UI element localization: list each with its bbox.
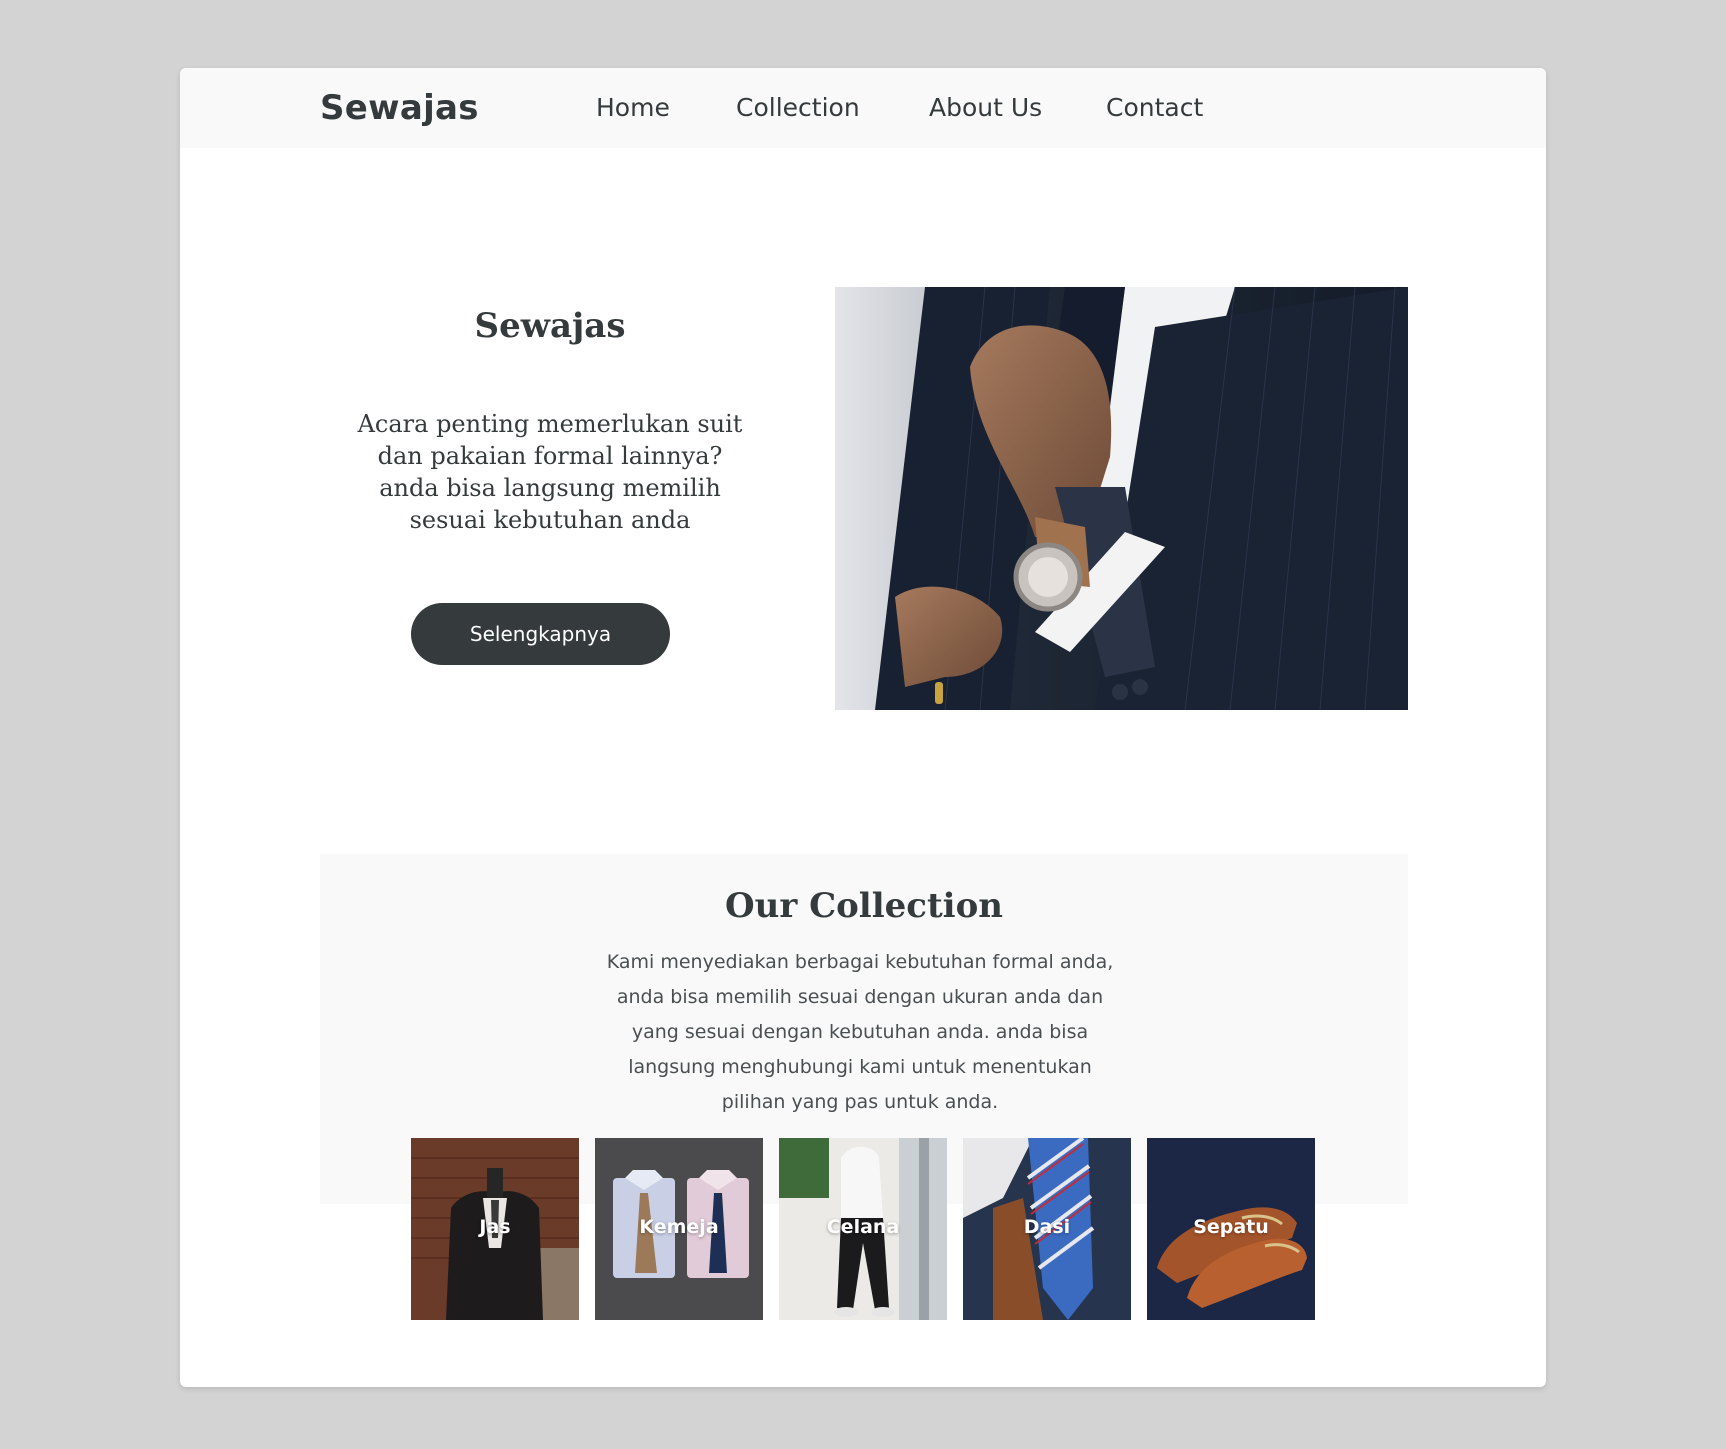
man-in-suit-photo bbox=[835, 287, 1408, 710]
collection-card-label: Celana bbox=[826, 1216, 900, 1238]
hero-description-line: dan pakaian formal lainnya? bbox=[377, 442, 723, 470]
brand-logo[interactable]: Sewajas bbox=[320, 88, 479, 128]
hero-description-line: sesuai kebutuhan anda bbox=[409, 506, 691, 534]
collection-description-line: Kami menyediakan berbagai kebutuhan form… bbox=[606, 951, 1114, 973]
collection-card-label: Dasi bbox=[1023, 1216, 1071, 1238]
collection-card-label: Jas bbox=[479, 1216, 511, 1238]
hero-description-line: Acara penting memerlukan suit bbox=[357, 410, 743, 438]
collection-card-label: Kemeja bbox=[639, 1216, 719, 1238]
collection-description-line: anda bisa memilih sesuai dengan ukuran a… bbox=[616, 986, 1104, 1008]
collection-card-kemeja[interactable]: Kemeja bbox=[595, 1138, 763, 1320]
collection-cards: Jas Kemeja Celana Dasi Sepatu bbox=[411, 1138, 1317, 1320]
nav-link-about-us[interactable]: About Us bbox=[929, 93, 1042, 122]
collection-card-label: Sepatu bbox=[1193, 1216, 1269, 1238]
collection-description-line: yang sesuai dengan kebutuhan anda. anda … bbox=[631, 1021, 1089, 1043]
page-card: Sewajas Home Collection About Us Contact… bbox=[180, 68, 1546, 1387]
nav-link-contact[interactable]: Contact bbox=[1106, 93, 1203, 122]
nav-link-collection[interactable]: Collection bbox=[736, 93, 860, 122]
selengkapnya-button[interactable]: Selengkapnya bbox=[411, 603, 670, 665]
hero-description-line: anda bisa langsung memilih bbox=[379, 474, 721, 502]
collection-card-jas[interactable]: Jas bbox=[411, 1138, 579, 1320]
navbar: Sewajas Home Collection About Us Contact bbox=[180, 68, 1546, 148]
nav-link-home[interactable]: Home bbox=[596, 93, 670, 122]
collection-card-dasi[interactable]: Dasi bbox=[963, 1138, 1131, 1320]
collection-description-line: langsung menghubungi kami untuk menentuk… bbox=[628, 1056, 1092, 1078]
collection-title: Our Collection bbox=[724, 886, 1003, 926]
hero-title: Sewajas bbox=[474, 306, 626, 346]
hero-description: Acara penting memerlukan suit dan pakaia… bbox=[340, 408, 760, 536]
collection-card-sepatu[interactable]: Sepatu bbox=[1147, 1138, 1315, 1320]
collection-description-line: pilihan yang pas untuk anda. bbox=[721, 1091, 999, 1113]
collection-description: Kami menyediakan berbagai kebutuhan form… bbox=[580, 945, 1140, 1120]
collection-card-celana[interactable]: Celana bbox=[779, 1138, 947, 1320]
hero-image bbox=[835, 287, 1408, 710]
